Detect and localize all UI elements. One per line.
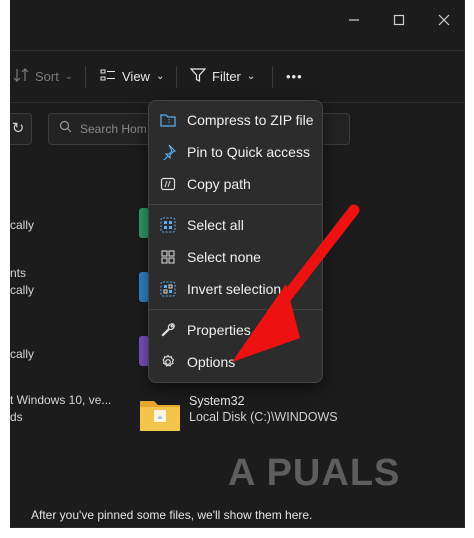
- refresh-button[interactable]: ↻: [10, 113, 32, 145]
- list-item-text: ds: [10, 410, 23, 424]
- menu-item-label: Pin to Quick access: [187, 144, 310, 160]
- filter-button[interactable]: Filter ⌄: [189, 64, 256, 88]
- menu-item-properties[interactable]: Properties: [153, 315, 318, 345]
- folder-icon[interactable]: [138, 397, 182, 433]
- list-item-text: cally: [10, 218, 35, 232]
- sort-label: Sort: [35, 68, 59, 84]
- more-options-menu: Compress to ZIP file Pin to Quick access…: [148, 100, 323, 383]
- menu-separator: [149, 309, 322, 310]
- toolbar-separator: [85, 66, 86, 88]
- command-bar: Sort ⌄ View ⌄ Filter ⌄ •••: [10, 50, 464, 102]
- menu-item-label: Copy path: [187, 176, 251, 192]
- toolbar-separator: [272, 66, 273, 88]
- more-options-button[interactable]: •••: [286, 64, 303, 88]
- menu-item-select-none[interactable]: Select none: [153, 242, 318, 272]
- menu-item-label: Select none: [187, 249, 261, 265]
- search-placeholder: Search Hom: [80, 122, 147, 136]
- menu-item-label: Properties: [187, 322, 251, 338]
- view-icon: [100, 68, 116, 85]
- menu-item-label: Compress to ZIP file: [187, 112, 314, 128]
- sort-icon: [13, 67, 29, 85]
- list-item-text: t Windows 10, ve...: [10, 393, 112, 407]
- search-icon: [59, 120, 72, 138]
- minimize-icon[interactable]: [339, 8, 369, 36]
- empty-pinned-message: After you've pinned some files, we'll sh…: [31, 508, 313, 522]
- list-item-text: cally: [10, 347, 35, 361]
- menu-item-invert-selection[interactable]: Invert selection: [153, 274, 318, 304]
- list-item-text: nts: [10, 266, 27, 280]
- chevron-down-icon: ⌄: [246, 70, 256, 82]
- zip-folder-icon: [159, 111, 177, 129]
- refresh-icon: ↻: [11, 120, 25, 137]
- menu-item-compress[interactable]: Compress to ZIP file: [153, 105, 318, 135]
- select-none-icon: [159, 248, 177, 266]
- invert-selection-icon: [159, 280, 177, 298]
- filter-icon: [189, 67, 207, 85]
- gear-icon: [159, 353, 177, 371]
- menu-item-label: Invert selection: [187, 281, 282, 297]
- watermark-logo: A PUALS: [228, 452, 401, 494]
- select-all-icon: [159, 216, 177, 234]
- pin-icon: [159, 143, 177, 161]
- list-item-text: cally: [10, 283, 35, 297]
- sort-button[interactable]: Sort ⌄: [13, 64, 72, 88]
- folder-path: Local Disk (C:)\WINDOWS: [189, 410, 338, 424]
- view-button[interactable]: View ⌄: [100, 64, 164, 88]
- more-icon: •••: [286, 68, 303, 84]
- maximize-icon[interactable]: [384, 8, 414, 36]
- menu-separator: [149, 204, 322, 205]
- menu-item-select-all[interactable]: Select all: [153, 210, 318, 240]
- chevron-down-icon: ⌄: [64, 70, 73, 81]
- menu-item-copy-path[interactable]: Copy path: [153, 169, 318, 199]
- file-explorer-window: Sort ⌄ View ⌄ Filter ⌄ ••• ↻ Search Hom …: [10, 0, 465, 528]
- toolbar-separator: [176, 66, 177, 88]
- menu-item-label: Select all: [187, 217, 244, 233]
- copy-path-icon: [159, 175, 177, 193]
- close-icon[interactable]: [429, 8, 459, 36]
- menu-item-label: Options: [187, 354, 236, 370]
- wrench-icon: [159, 321, 177, 339]
- menu-item-options[interactable]: Options: [153, 347, 318, 377]
- chevron-down-icon: ⌄: [155, 70, 165, 82]
- filter-label: Filter: [212, 68, 241, 84]
- menu-item-pin[interactable]: Pin to Quick access: [153, 137, 318, 167]
- view-label: View: [122, 68, 150, 84]
- folder-name: System32: [189, 394, 245, 408]
